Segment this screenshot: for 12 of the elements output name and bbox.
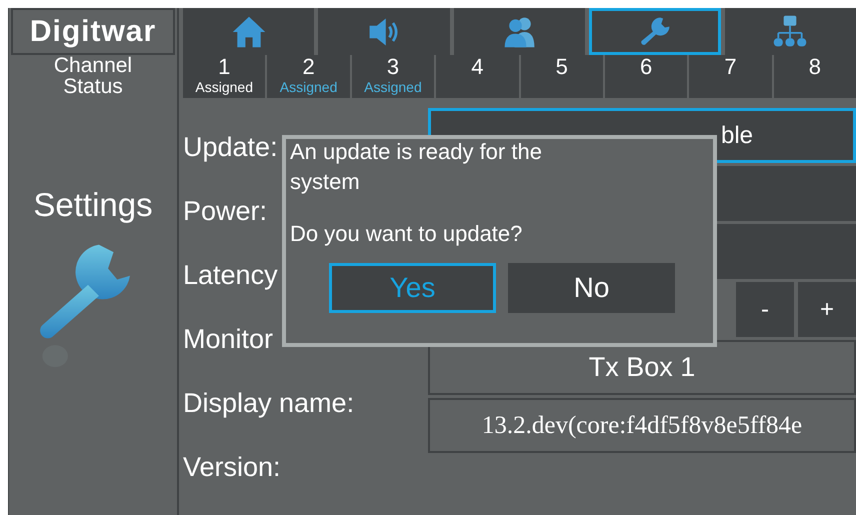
setting-label: Monitor <box>183 323 274 356</box>
page-title: Settings <box>33 186 153 224</box>
channel-status-label: Channel Status <box>52 55 134 98</box>
dialog-message: An update is ready for the system <box>290 138 543 196</box>
setting-label: Power: <box>183 195 268 228</box>
setting-label: Latency <box>183 259 278 292</box>
setting-label: Display name: <box>183 387 354 420</box>
dialog-question: Do you want to update? <box>290 220 524 248</box>
logo: Digitwar <box>11 8 175 55</box>
setting-label: Version: <box>183 451 281 484</box>
version-field: 13.2.dev(core:f4df5f8v8e5ff84e <box>428 398 856 453</box>
setting-label: Update: <box>183 131 278 164</box>
